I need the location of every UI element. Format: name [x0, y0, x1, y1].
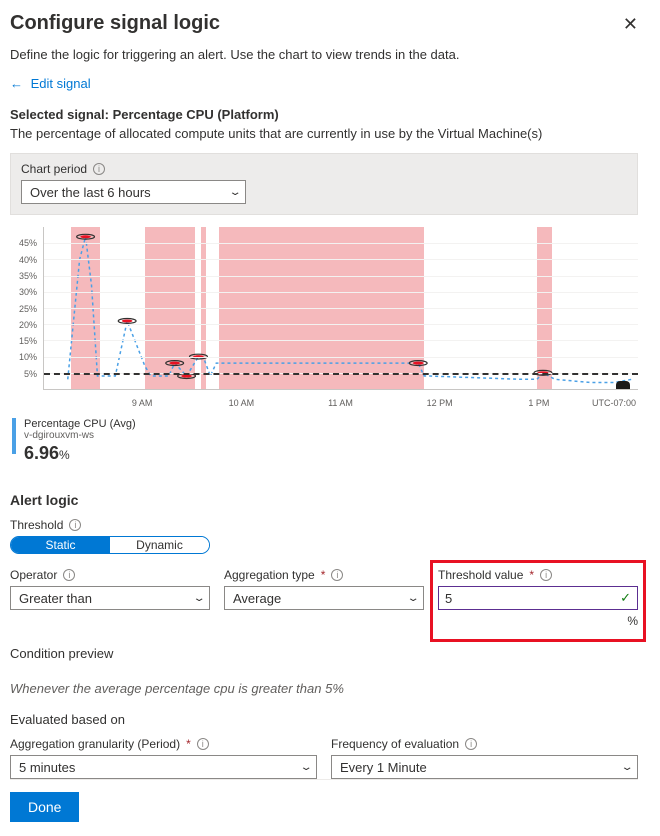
- info-icon[interactable]: i: [93, 163, 105, 175]
- evaluated-based-on-heading: Evaluated based on: [10, 712, 638, 727]
- y-tick-label: 45%: [19, 238, 37, 248]
- check-icon: ✓: [620, 590, 631, 606]
- threshold-dynamic-button[interactable]: Dynamic: [110, 537, 209, 553]
- arrow-left-icon: ←: [10, 76, 23, 91]
- info-icon[interactable]: i: [63, 569, 75, 581]
- y-tick-label: 40%: [19, 255, 37, 265]
- y-tick-label: 30%: [19, 287, 37, 297]
- info-icon[interactable]: i: [465, 738, 477, 750]
- frequency-dropdown[interactable]: Every 1 Minute ⌄: [331, 755, 638, 779]
- required-asterisk: *: [186, 737, 191, 751]
- y-tick-label: 25%: [19, 304, 37, 314]
- legend-unit: %: [59, 448, 70, 462]
- info-icon[interactable]: i: [197, 738, 209, 750]
- threshold-value-label: Threshold value: [438, 568, 523, 582]
- required-asterisk: *: [529, 568, 534, 582]
- alert-logic-heading: Alert logic: [10, 492, 638, 508]
- operator-dropdown[interactable]: Greater than ⌄: [10, 586, 210, 610]
- selected-signal-label: Selected signal: Percentage CPU (Platfor…: [10, 107, 638, 122]
- chart-period-section: Chart period i Over the last 6 hours ⌄: [10, 153, 638, 215]
- edit-signal-label: Edit signal: [31, 76, 91, 91]
- threshold-toggle: Static Dynamic: [10, 536, 210, 554]
- threshold-static-button[interactable]: Static: [11, 537, 110, 553]
- info-icon[interactable]: i: [331, 569, 343, 581]
- legend-resource: v-dgirouxvm-ws: [24, 430, 136, 441]
- x-tick-label: 9 AM: [132, 398, 153, 408]
- edit-signal-link[interactable]: ← Edit signal: [10, 76, 638, 91]
- panel-title: Configure signal logic: [10, 12, 220, 35]
- aggregation-granularity-value: 5 minutes: [19, 760, 75, 775]
- legend-metric: Percentage CPU (Avg): [24, 418, 136, 430]
- threshold-unit: %: [438, 614, 638, 628]
- done-button[interactable]: Done: [10, 792, 79, 822]
- y-tick-label: 10%: [19, 352, 37, 362]
- x-tick-label: 1 PM: [528, 398, 549, 408]
- y-tick-label: 15%: [19, 336, 37, 346]
- y-tick-label: 5%: [24, 369, 37, 379]
- chevron-down-icon: ⌄: [192, 593, 205, 604]
- current-time-indicator: [616, 381, 630, 389]
- condition-preview-heading: Condition preview: [10, 646, 638, 661]
- chart-period-value: Over the last 6 hours: [30, 185, 151, 200]
- aggregation-granularity-dropdown[interactable]: 5 minutes ⌄: [10, 755, 317, 779]
- frequency-label: Frequency of evaluation: [331, 737, 459, 751]
- x-tick-label: 12 PM: [427, 398, 453, 408]
- selected-signal-description: The percentage of allocated compute unit…: [10, 126, 638, 141]
- x-tick-label: 11 AM: [328, 398, 353, 408]
- info-icon[interactable]: i: [540, 569, 552, 581]
- aggregation-granularity-label: Aggregation granularity (Period): [10, 737, 180, 751]
- chart-period-label: Chart period: [21, 162, 87, 176]
- legend-value: 6.96: [24, 443, 59, 463]
- aggregation-type-label: Aggregation type: [224, 568, 315, 582]
- operator-label: Operator: [10, 568, 57, 582]
- y-tick-label: 35%: [19, 271, 37, 281]
- x-tick-label: 10 AM: [229, 398, 255, 408]
- chevron-down-icon: ⌄: [406, 593, 419, 604]
- chart-period-dropdown[interactable]: Over the last 6 hours ⌄: [21, 180, 246, 204]
- threshold-line: [44, 373, 638, 375]
- chevron-down-icon: ⌄: [620, 762, 633, 773]
- aggregation-type-value: Average: [233, 591, 281, 606]
- signal-chart: 5% 10% 15% 20% 25% 30% 35% 40% 45% UTC-07:00 9 AM…: [10, 227, 638, 478]
- chevron-down-icon: ⌄: [228, 187, 241, 198]
- required-asterisk: *: [321, 568, 326, 582]
- threshold-label: Threshold: [10, 518, 63, 532]
- panel-subtitle: Define the logic for triggering an alert…: [10, 47, 638, 62]
- legend-color-bar: [12, 418, 16, 454]
- info-icon[interactable]: i: [69, 519, 81, 531]
- threshold-value-text: 5: [445, 591, 452, 606]
- aggregation-type-dropdown[interactable]: Average ⌄: [224, 586, 424, 610]
- condition-preview-text: Whenever the average percentage cpu is g…: [10, 681, 638, 696]
- y-tick-label: 20%: [19, 320, 37, 330]
- frequency-value: Every 1 Minute: [340, 760, 427, 775]
- close-icon[interactable]: ✕: [623, 14, 638, 35]
- chevron-down-icon: ⌄: [299, 762, 312, 773]
- operator-value: Greater than: [19, 591, 92, 606]
- chart-timezone: UTC-07:00: [592, 398, 636, 408]
- threshold-value-input[interactable]: 5 ✓: [438, 586, 638, 610]
